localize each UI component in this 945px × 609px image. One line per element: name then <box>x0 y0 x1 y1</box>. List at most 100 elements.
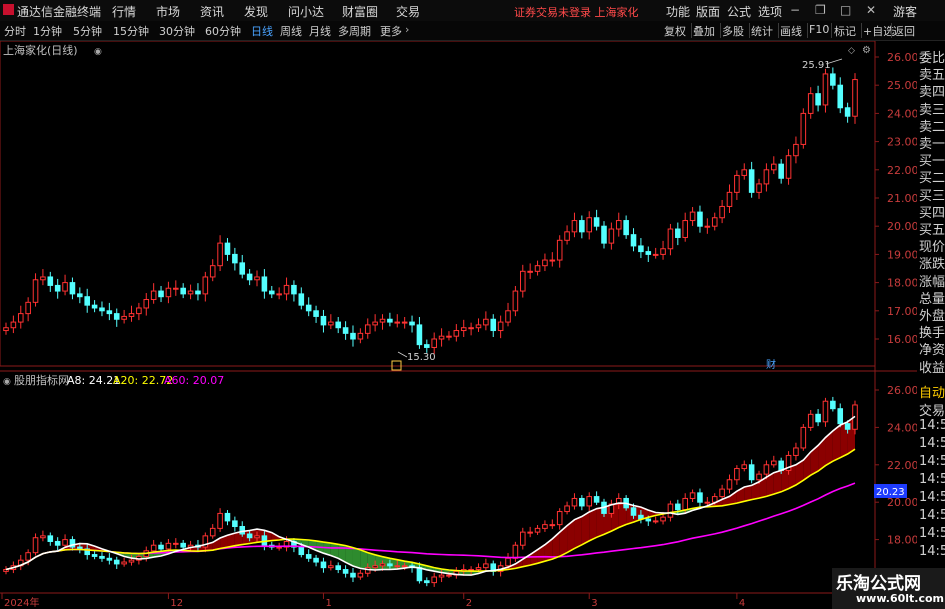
menu-item-options[interactable]: 选项 <box>758 3 782 20</box>
window-close-icon[interactable]: ✕ <box>866 3 876 17</box>
chevron-right-icon[interactable]: › <box>405 23 409 36</box>
candle <box>734 174 740 193</box>
candle <box>313 310 319 317</box>
menu-item-quotes[interactable]: 行情 <box>112 3 136 20</box>
indicator-candle <box>217 512 223 529</box>
candle <box>232 253 238 264</box>
toolbar-f10[interactable]: F10 <box>809 23 829 36</box>
quote-field-label[interactable]: 卖四 <box>919 81 945 100</box>
toolbar-overlay[interactable]: 叠加 <box>693 23 715 39</box>
quote-field-label[interactable]: 外盘 <box>919 305 945 324</box>
quote-field-label[interactable]: 卖五 <box>919 64 945 83</box>
toolbar-draw[interactable]: 画线 <box>780 23 802 39</box>
menu-item-trade[interactable]: 交易 <box>396 3 420 20</box>
indicator-candle <box>483 563 489 569</box>
period-tab-60min[interactable]: 60分钟 <box>205 23 241 39</box>
quote-field-label[interactable]: 卖三 <box>919 99 945 118</box>
quote-info-panel: 委比 卖五 卖四 卖三 卖二 卖一 买一 买二 买三 买四 买五 现价 涨跌 涨幅 总量 外盘 换手 净资 收益 自动… <box>917 41 945 609</box>
period-tab-weekly[interactable]: 周线 <box>280 23 302 39</box>
toolbar-add-watchlist[interactable]: +自选 <box>863 23 894 39</box>
quote-field-label[interactable]: 净资 <box>919 339 945 358</box>
menu-item-layout[interactable]: 版面 <box>696 3 720 20</box>
window-restore-icon[interactable]: ❐ <box>815 3 826 17</box>
toolbar-back[interactable]: 返回 <box>893 23 915 39</box>
indicator-candle <box>660 516 666 522</box>
menu-item-ask[interactable]: 问小达 <box>288 3 324 20</box>
window-maximize-icon[interactable]: □ <box>840 3 851 17</box>
period-tab-30min[interactable]: 30分钟 <box>159 23 195 39</box>
quote-field-label[interactable]: 涨跌 <box>919 253 945 272</box>
chart-area[interactable]: 26.00 25.00 24.00 23.00 22.00 21.00 20.00 19.00… <box>0 41 917 609</box>
quote-field-label[interactable]: 买四 <box>919 202 945 221</box>
indicator-candle <box>549 524 556 527</box>
candle <box>335 321 342 329</box>
indicator-settings-icon[interactable]: ◉ <box>3 377 11 387</box>
indicator-y-tick-label: 24.00 <box>887 421 917 434</box>
menu-item-formula[interactable]: 公式 <box>727 3 751 20</box>
watermark-url: www.60lt.com <box>856 592 945 605</box>
candle <box>268 290 275 295</box>
indicator-candle <box>704 501 711 504</box>
period-tab-intraday[interactable]: 分时 <box>4 23 26 39</box>
main-y-tick-label: 26.00 <box>887 51 917 64</box>
menu-item-function[interactable]: 功能 <box>666 3 690 20</box>
quote-field-label[interactable]: 买五 <box>919 219 945 238</box>
period-tab-15min[interactable]: 15分钟 <box>113 23 149 39</box>
toolbar-mark[interactable]: 标记 <box>834 23 856 39</box>
candle <box>91 304 98 309</box>
toolbar-restore-rights[interactable]: 复权 <box>664 23 686 39</box>
window-minimize-icon[interactable]: − <box>790 3 800 17</box>
quote-field-label[interactable]: 卖一 <box>919 133 945 152</box>
quote-field-label[interactable]: 现价 <box>919 236 945 255</box>
candle <box>608 228 615 244</box>
toolbar-multi-stock[interactable]: 多股 <box>722 23 744 39</box>
indicator-candle <box>298 546 305 556</box>
quote-field-label[interactable]: 买三 <box>919 185 945 204</box>
gear-icon[interactable]: ⚙ <box>862 45 871 56</box>
indicator-candle <box>630 507 637 516</box>
indicator-candle <box>689 492 696 499</box>
quote-field-label[interactable]: 委比 <box>919 47 945 66</box>
menu-item-market[interactable]: 市场 <box>156 3 180 20</box>
main-y-tick-label: 23.00 <box>887 136 917 149</box>
period-tab-daily[interactable]: 日线 <box>251 23 273 39</box>
quote-field-label[interactable]: 买一 <box>919 150 945 169</box>
band-segment-up <box>744 485 752 502</box>
indicator-candle <box>579 497 585 507</box>
indicator-candle <box>276 546 282 549</box>
quote-field-label[interactable]: 换手 <box>919 322 945 341</box>
period-tab-monthly[interactable]: 月线 <box>309 23 331 39</box>
chart-settings-icon[interactable]: ◉ <box>94 47 102 57</box>
menu-item-discover[interactable]: 发现 <box>244 3 268 20</box>
indicator-y-axis: 26.00 24.00 22.00 20.00 18.00 <box>875 384 917 547</box>
toolbar-stats[interactable]: 统计 <box>751 23 773 39</box>
candle <box>32 279 39 303</box>
indicator-candle <box>47 535 54 542</box>
indicator-candle <box>342 569 349 574</box>
candle <box>652 253 659 256</box>
indicator-candle <box>313 557 319 563</box>
candle <box>475 324 482 329</box>
quote-field-label[interactable]: 卖二 <box>919 116 945 135</box>
period-tab-5min[interactable]: 5分钟 <box>73 23 102 39</box>
quote-field-label[interactable]: 买二 <box>919 167 945 186</box>
main-chart-title: 上海家化(日线) <box>3 43 78 57</box>
guest-label[interactable]: 游客 <box>893 3 917 20</box>
x-tick-label: 3 <box>591 598 597 609</box>
candle <box>615 220 622 230</box>
menu-item-news[interactable]: 资讯 <box>200 3 224 20</box>
candle <box>180 287 186 295</box>
x-tick-label: 2 <box>466 598 472 609</box>
quote-field-label[interactable]: 涨幅 <box>919 271 945 290</box>
candle <box>283 284 290 295</box>
candle <box>682 220 688 238</box>
period-tab-more[interactable]: 更多 <box>380 23 402 39</box>
diamond-icon[interactable]: ◇ <box>848 46 855 56</box>
period-tab-1min[interactable]: 1分钟 <box>33 23 62 39</box>
quote-field-label[interactable]: 收益 <box>919 357 945 376</box>
candle <box>276 293 282 296</box>
menu-item-wealth[interactable]: 财富圈 <box>342 3 378 20</box>
quote-field-label[interactable]: 总量 <box>919 288 945 307</box>
period-tab-multi[interactable]: 多周期 <box>338 23 371 39</box>
finance-badge[interactable]: 财 <box>766 358 776 371</box>
